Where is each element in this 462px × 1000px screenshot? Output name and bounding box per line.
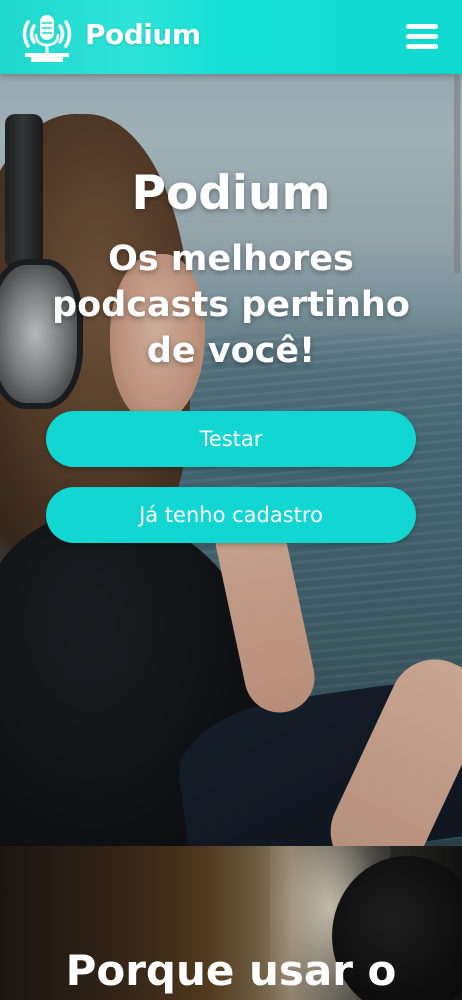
already-registered-button[interactable]: Já tenho cadastro (46, 487, 416, 543)
hamburger-menu-icon[interactable] (406, 24, 440, 50)
section-title: Porque usar o (65, 946, 397, 995)
microphone-broadcast-icon[interactable] (18, 10, 76, 64)
hero-section: Podium Os melhores podcasts pertinho de … (0, 74, 462, 846)
test-button[interactable]: Testar (46, 411, 416, 467)
app-header: Podium (0, 0, 462, 74)
brand-name[interactable]: Podium (85, 18, 201, 51)
scrollbar[interactable] (454, 74, 460, 274)
why-use-section: Porque usar o (0, 846, 462, 1000)
hero-title: Podium (131, 166, 331, 221)
hero-subtitle: Os melhores podcasts pertinho de você! (52, 239, 410, 371)
